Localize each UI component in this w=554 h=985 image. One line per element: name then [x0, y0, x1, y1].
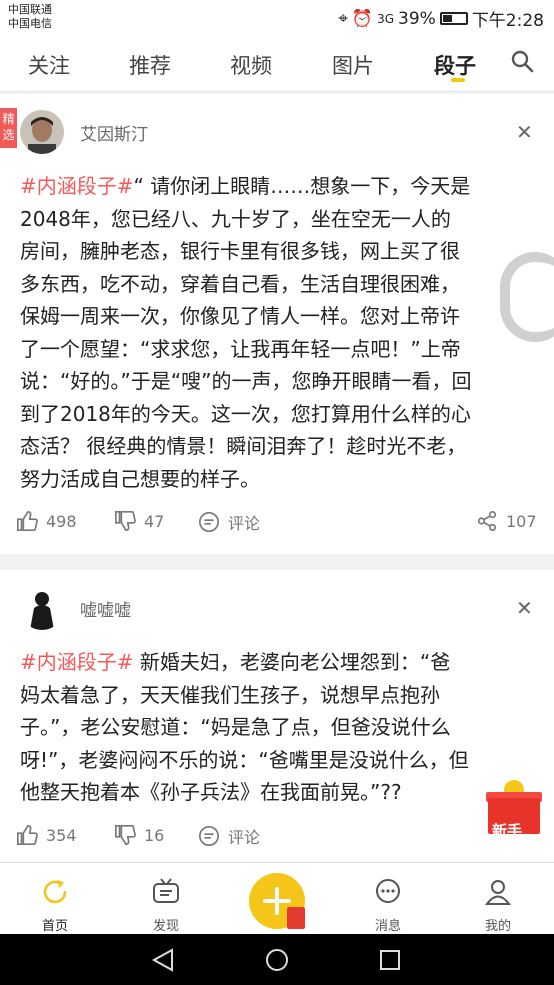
like-button[interactable]: 354 [16, 824, 77, 846]
tab-follow[interactable]: 关注 [28, 50, 70, 80]
tab-recommend[interactable]: 推荐 [129, 50, 171, 80]
dislike-button[interactable]: 47 [114, 510, 164, 532]
active-tab-indicator [451, 78, 465, 82]
avatar[interactable] [20, 586, 64, 630]
carrier-info: 中国联通 中国电信 [8, 3, 52, 31]
username[interactable]: 嘘嘘嘘 [80, 596, 131, 621]
post-card[interactable]: 嘘嘘嘘 ✕ #内涵段子# 新婚夫妇，老婆向老公埋怨到：“爸 妈太着急了，天天催我… [0, 570, 554, 862]
carrier-2: 中国电信 [8, 17, 52, 30]
post-text: #内涵段子#“ 请你闭上眼睛……想象一下，今天是 2048年，您已经八、九十岁了… [20, 174, 472, 491]
top-tabs: 关注 推荐 视频 图片 段子 [0, 36, 554, 92]
dislike-count: 47 [144, 511, 165, 531]
hashtag[interactable]: #内涵段子# [20, 174, 134, 198]
search-icon[interactable] [510, 49, 534, 73]
dislike-count: 16 [144, 825, 165, 845]
close-icon[interactable]: ✕ [516, 596, 533, 620]
tv-icon [153, 878, 179, 903]
red-envelope-icon[interactable] [287, 907, 305, 929]
like-count: 498 [46, 511, 77, 531]
tab-video[interactable]: 视频 [230, 50, 272, 80]
floating-scroll-handle[interactable] [500, 252, 554, 342]
featured-badge: 精选 [0, 108, 17, 148]
bottom-nav: 首页 发现 消息 我的 [0, 862, 554, 934]
comment-icon [199, 826, 219, 846]
nav-home[interactable]: 首页 [20, 877, 90, 934]
nav-messages[interactable]: 消息 [353, 877, 423, 934]
comment-button[interactable]: 评论 [198, 824, 260, 848]
hashtag[interactable]: #内涵段子# [20, 650, 134, 674]
clock: 下午2:28 [471, 11, 544, 31]
signal-icon: 3G [377, 11, 395, 26]
system-nav-bar [0, 934, 554, 985]
comment-label: 评论 [228, 828, 261, 847]
message-icon [376, 879, 400, 903]
recents-icon[interactable] [378, 948, 402, 972]
nav-me[interactable]: 我的 [463, 877, 533, 934]
avatar[interactable] [20, 110, 64, 154]
dislike-button[interactable]: 16 [114, 824, 164, 846]
comment-button[interactable]: 评论 [198, 510, 260, 534]
post-actions: 498 47 评论 107 [0, 510, 554, 540]
home-icon[interactable] [264, 947, 290, 973]
thumbs-up-icon [17, 511, 38, 531]
newbie-gift-button[interactable]: 新手 [486, 780, 542, 846]
carrier-1: 中国联通 [8, 3, 52, 16]
share-icon [477, 511, 497, 531]
home-refresh-icon [43, 879, 67, 904]
thumbs-up-icon [17, 825, 38, 845]
comment-label: 评论 [228, 514, 261, 533]
alarm-icon: ⏰ [351, 8, 374, 29]
tab-pictures[interactable]: 图片 [332, 50, 374, 80]
thumbs-down-icon [115, 511, 136, 531]
like-count: 354 [46, 825, 77, 845]
back-icon[interactable] [150, 948, 176, 972]
nav-discover[interactable]: 发现 [131, 877, 201, 934]
battery-percent: 39% [398, 8, 436, 29]
battery-icon [439, 12, 468, 25]
comment-icon [199, 512, 219, 532]
post-card[interactable]: 精选 艾因斯汀 ✕ #内涵段子#“ 请你闭上眼睛……想象一下，今天是 2048年… [0, 94, 554, 554]
status-bar: 中国联通 中国电信 ⌖ ⏰ 3G 39% 下午2:28 [0, 0, 554, 36]
location-icon: ⌖ [338, 8, 348, 29]
status-right: ⌖ ⏰ 3G 39% 下午2:28 [338, 6, 544, 32]
tab-jokes[interactable]: 段子 [434, 50, 476, 80]
username[interactable]: 艾因斯汀 [80, 120, 148, 145]
thumbs-down-icon [115, 825, 136, 845]
share-button[interactable]: 107 [476, 510, 537, 532]
gift-label: 新手 [492, 822, 523, 840]
post-actions: 354 16 评论 [0, 824, 554, 854]
person-icon [485, 880, 511, 905]
share-count: 107 [506, 511, 537, 531]
like-button[interactable]: 498 [16, 510, 77, 532]
post-text: #内涵段子# 新婚夫妇，老婆向老公埋怨到：“爸 妈太着急了，天天催我们生孩子，说… [20, 650, 469, 804]
close-icon[interactable]: ✕ [516, 120, 533, 144]
